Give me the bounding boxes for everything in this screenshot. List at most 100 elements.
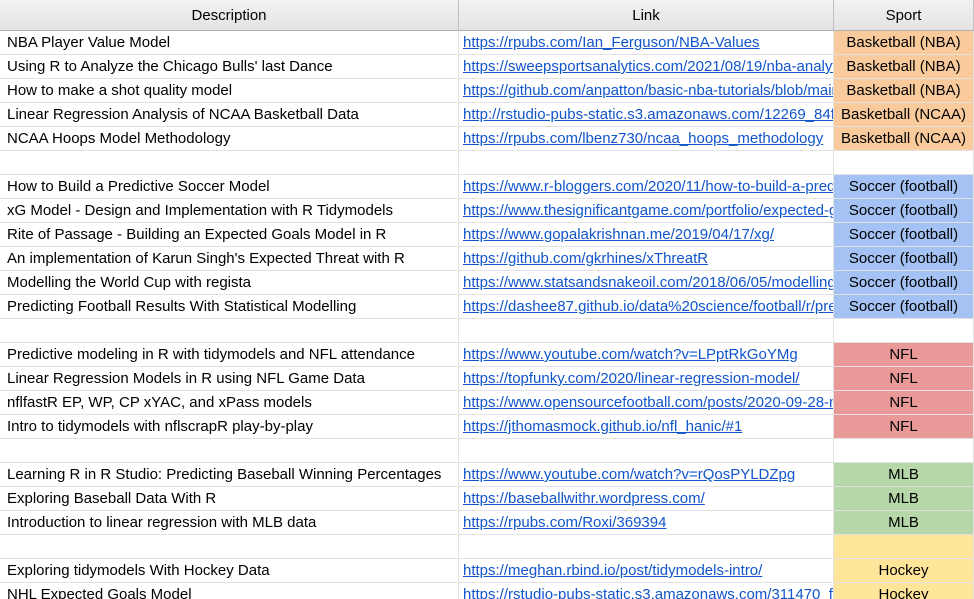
link-cell[interactable]: https://topfunky.com/2020/linear-regress… <box>459 367 834 391</box>
sport-cell[interactable]: Soccer (football) <box>834 223 974 247</box>
description-cell[interactable]: Learning R in R Studio: Predicting Baseb… <box>0 463 459 487</box>
sport-cell[interactable] <box>834 151 974 175</box>
link-cell[interactable]: https://rpubs.com/Roxi/369394 <box>459 511 834 535</box>
description-cell[interactable]: How to make a shot quality model <box>0 79 459 103</box>
sport-cell[interactable]: Basketball (NCAA) <box>834 127 974 151</box>
sport-cell[interactable]: Hockey <box>834 583 974 599</box>
table-row: Predicting Football Results With Statist… <box>0 295 974 319</box>
table-row: Intro to tidymodels with nflscrapR play-… <box>0 415 974 439</box>
description-cell[interactable] <box>0 151 459 175</box>
sport-cell[interactable]: Soccer (football) <box>834 271 974 295</box>
sport-cell[interactable]: Hockey <box>834 559 974 583</box>
table-row: Linear Regression Analysis of NCAA Baske… <box>0 103 974 127</box>
header-row: Description Link Sport <box>0 0 974 31</box>
sport-cell[interactable]: Soccer (football) <box>834 175 974 199</box>
sport-cell[interactable]: MLB <box>834 487 974 511</box>
sport-cell[interactable]: Basketball (NCAA) <box>834 103 974 127</box>
description-cell[interactable]: Modelling the World Cup with regista <box>0 271 459 295</box>
sport-cell[interactable]: MLB <box>834 463 974 487</box>
table-row: Introduction to linear regression with M… <box>0 511 974 535</box>
sport-cell[interactable] <box>834 535 974 559</box>
table-row: An implementation of Karun Singh's Expec… <box>0 247 974 271</box>
description-cell[interactable]: NHL Expected Goals Model <box>0 583 459 599</box>
link-cell[interactable] <box>459 151 834 175</box>
link-cell[interactable]: https://www.statsandsnakeoil.com/2018/06… <box>459 271 834 295</box>
table-row: NHL Expected Goals Model https://rstudio-… <box>0 583 974 599</box>
table-row: Linear Regression Models in R using NFL … <box>0 367 974 391</box>
link-cell[interactable]: https://rpubs.com/lbenz730/ncaa_hoops_me… <box>459 127 834 151</box>
link-cell[interactable]: https://baseballwithr.wordpress.com/ <box>459 487 834 511</box>
spreadsheet: Description Link Sport NBA Player Value … <box>0 0 974 599</box>
description-cell[interactable]: nflfastR EP, WP, CP xYAC, and xPass mode… <box>0 391 459 415</box>
table-row: Exploring Baseball Data With Rhttps://ba… <box>0 487 974 511</box>
description-cell[interactable]: Rite of Passage - Building an Expected G… <box>0 223 459 247</box>
link-cell[interactable]: https://meghan.rbind.io/post/tidymodels-… <box>459 559 834 583</box>
table-row: How to Build a Predictive Soccer Model ht… <box>0 175 974 199</box>
sport-cell[interactable] <box>834 319 974 343</box>
description-cell[interactable]: Linear Regression Models in R using NFL … <box>0 367 459 391</box>
link-cell[interactable]: https://www.r-bloggers.com/2020/11/how-t… <box>459 175 834 199</box>
link-cell[interactable]: http://rstudio-pubs-static.s3.amazonaws.… <box>459 103 834 127</box>
table-row: xG Model - Design and Implementation wit… <box>0 199 974 223</box>
column-header-sport[interactable]: Sport <box>834 0 974 31</box>
description-cell[interactable]: How to Build a Predictive Soccer Model <box>0 175 459 199</box>
description-cell[interactable]: NCAA Hoops Model Methodology <box>0 127 459 151</box>
description-cell[interactable] <box>0 439 459 463</box>
sport-cell[interactable]: NFL <box>834 343 974 367</box>
column-header-description[interactable]: Description <box>0 0 459 31</box>
link-cell[interactable]: https://www.gopalakrishnan.me/2019/04/17… <box>459 223 834 247</box>
sport-cell[interactable]: Soccer (football) <box>834 199 974 223</box>
sport-cell[interactable]: NFL <box>834 391 974 415</box>
link-cell[interactable] <box>459 439 834 463</box>
sport-cell[interactable]: NFL <box>834 415 974 439</box>
description-cell[interactable]: xG Model - Design and Implementation wit… <box>0 199 459 223</box>
sport-cell[interactable] <box>834 439 974 463</box>
link-cell[interactable]: https://rpubs.com/Ian_Ferguson/NBA-Value… <box>459 31 834 55</box>
sport-cell[interactable]: Basketball (NBA) <box>834 31 974 55</box>
link-cell[interactable] <box>459 535 834 559</box>
table-row: Predictive modeling in R with tidymodels… <box>0 343 974 367</box>
description-cell[interactable]: Intro to tidymodels with nflscrapR play-… <box>0 415 459 439</box>
description-cell[interactable]: Predictive modeling in R with tidymodels… <box>0 343 459 367</box>
link-cell[interactable]: https://github.com/anpatton/basic-nba-tu… <box>459 79 834 103</box>
table-row <box>0 319 974 343</box>
table-row: NCAA Hoops Model Methodology https://rpub… <box>0 127 974 151</box>
description-cell[interactable]: Predicting Football Results With Statist… <box>0 295 459 319</box>
sport-cell[interactable]: Soccer (football) <box>834 295 974 319</box>
description-cell[interactable] <box>0 319 459 343</box>
table-row <box>0 535 974 559</box>
link-cell[interactable]: https://www.youtube.com/watch?v=LPptRkGo… <box>459 343 834 367</box>
description-cell[interactable]: Exploring tidymodels With Hockey Data <box>0 559 459 583</box>
description-cell[interactable]: NBA Player Value Model <box>0 31 459 55</box>
link-cell[interactable]: https://rstudio-pubs-static.s3.amazonaws… <box>459 583 834 599</box>
link-cell[interactable]: https://sweepsportsanalytics.com/2021/08… <box>459 55 834 79</box>
table-row: Using R to Analyze the Chicago Bulls' la… <box>0 55 974 79</box>
sport-cell[interactable]: Basketball (NBA) <box>834 79 974 103</box>
table-row: NBA Player Value Model https://rpubs.com/… <box>0 31 974 55</box>
sport-cell[interactable]: MLB <box>834 511 974 535</box>
description-cell[interactable]: An implementation of Karun Singh's Expec… <box>0 247 459 271</box>
description-cell[interactable]: Linear Regression Analysis of NCAA Baske… <box>0 103 459 127</box>
link-cell[interactable]: https://jthomasmock.github.io/nfl_hanic/… <box>459 415 834 439</box>
description-cell[interactable]: Using R to Analyze the Chicago Bulls' la… <box>0 55 459 79</box>
description-cell[interactable]: Introduction to linear regression with M… <box>0 511 459 535</box>
table-row: Rite of Passage - Building an Expected G… <box>0 223 974 247</box>
link-cell[interactable]: https://www.youtube.com/watch?v=rQosPYLD… <box>459 463 834 487</box>
table-row: Learning R in R Studio: Predicting Baseb… <box>0 463 974 487</box>
table-row: nflfastR EP, WP, CP xYAC, and xPass mode… <box>0 391 974 415</box>
description-cell[interactable]: Exploring Baseball Data With R <box>0 487 459 511</box>
link-cell[interactable]: https://dashee87.github.io/data%20scienc… <box>459 295 834 319</box>
sport-cell[interactable]: Soccer (football) <box>834 247 974 271</box>
link-cell[interactable]: https://github.com/gkrhines/xThreatR <box>459 247 834 271</box>
table-row: Exploring tidymodels With Hockey Data htt… <box>0 559 974 583</box>
table-row <box>0 151 974 175</box>
sport-cell[interactable]: NFL <box>834 367 974 391</box>
column-header-link[interactable]: Link <box>459 0 834 31</box>
table-row: Modelling the World Cup with regista http… <box>0 271 974 295</box>
description-cell[interactable] <box>0 535 459 559</box>
sport-cell[interactable]: Basketball (NBA) <box>834 55 974 79</box>
link-cell[interactable]: https://www.thesignificantgame.com/portf… <box>459 199 834 223</box>
link-cell[interactable]: https://www.opensourcefootball.com/posts… <box>459 391 834 415</box>
link-cell[interactable] <box>459 319 834 343</box>
table-row: How to make a shot quality model https://… <box>0 79 974 103</box>
